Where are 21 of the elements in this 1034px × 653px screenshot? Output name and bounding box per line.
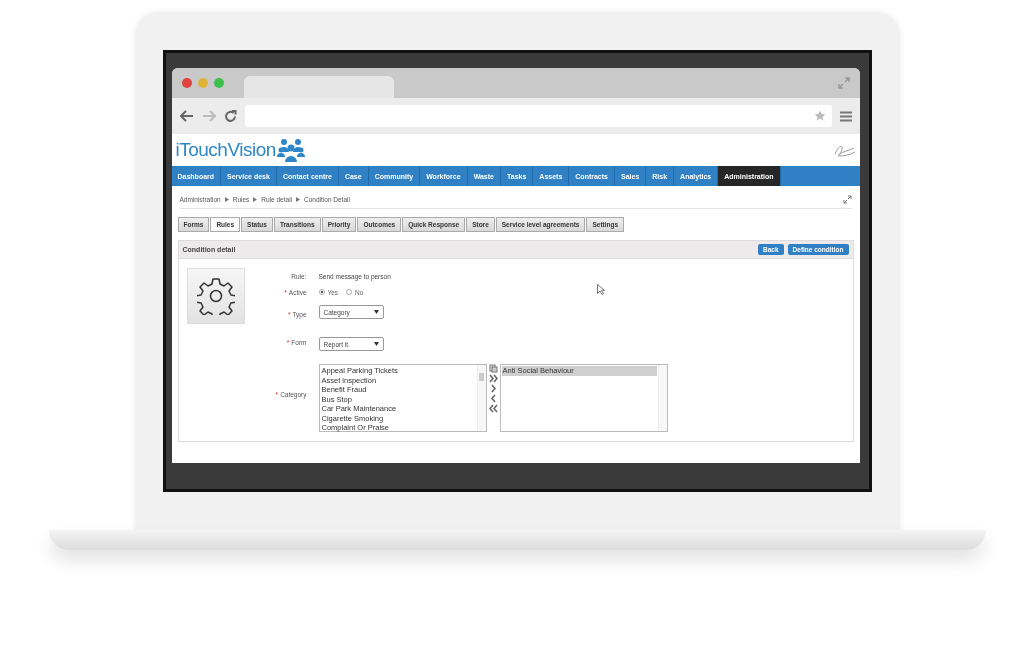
logo-text: iTouchVision <box>175 139 276 161</box>
chevron-icon <box>253 196 258 202</box>
expand-icon[interactable] <box>842 194 852 204</box>
people-icon <box>276 138 305 162</box>
double-right-arrow-icon[interactable] <box>488 374 498 383</box>
copy-icon[interactable] <box>488 364 498 373</box>
scrollbar[interactable] <box>476 365 486 431</box>
close-icon[interactable] <box>181 78 192 88</box>
reload-icon[interactable] <box>223 109 237 123</box>
scrollbar[interactable] <box>657 365 667 431</box>
caret-icon <box>373 310 379 314</box>
menu-icon[interactable] <box>839 110 852 122</box>
caret-icon <box>373 342 379 346</box>
star-icon[interactable] <box>813 110 826 122</box>
gear-icon <box>196 277 235 315</box>
back-arrow-icon[interactable] <box>179 110 194 122</box>
maximize-icon[interactable] <box>213 78 224 88</box>
double-left-arrow-icon[interactable] <box>488 404 498 413</box>
chevron-icon <box>224 196 229 202</box>
mouse-cursor-icon <box>596 284 605 295</box>
chevron-icon <box>296 196 301 202</box>
